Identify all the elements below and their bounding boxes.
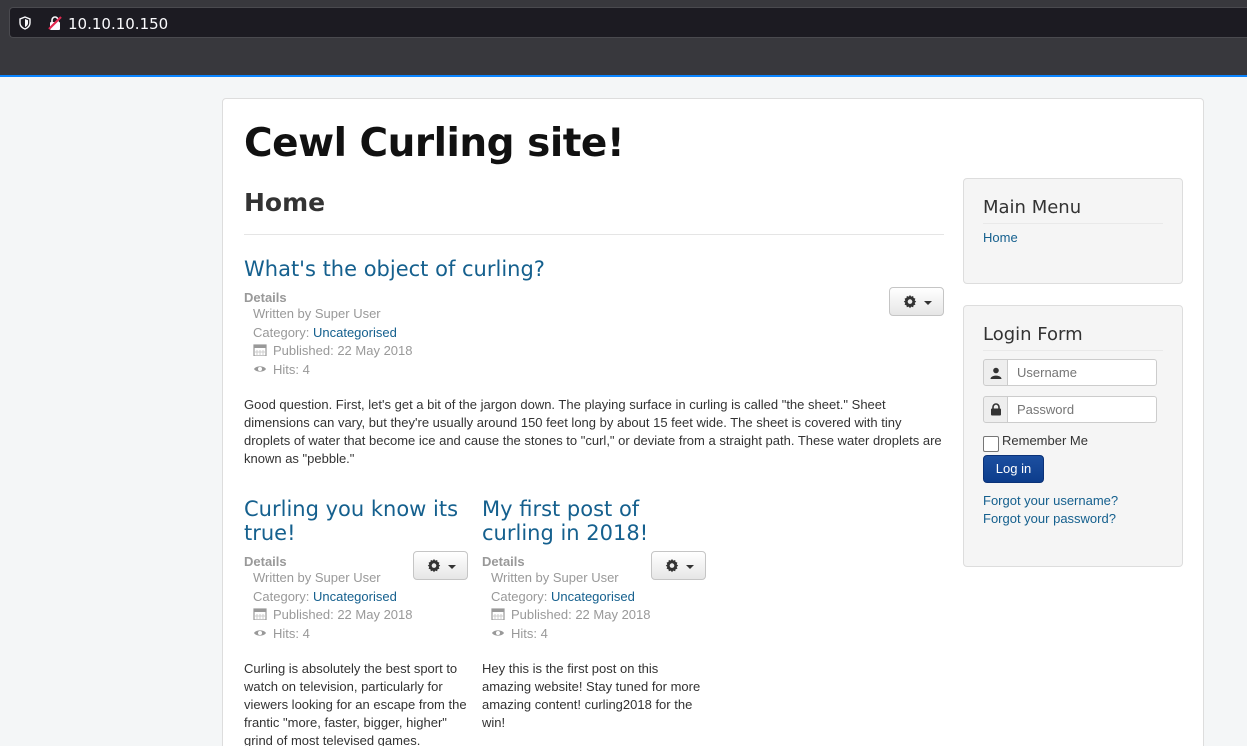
author-line: Written by Super User	[253, 306, 381, 321]
article-body: Hey this is the first post on this amazi…	[482, 661, 701, 730]
hits-text: Hits: 4	[273, 361, 310, 377]
address-bar[interactable]: 10.10.10.150	[9, 7, 1247, 38]
category-line: Category: Uncategorised	[253, 588, 468, 607]
published-text: Published: 22 May 2018	[511, 607, 651, 622]
hits-text: Hits: 4	[511, 625, 548, 641]
user-icon	[990, 367, 1002, 379]
lock-icon-addon	[983, 396, 1008, 423]
caret-down-icon	[924, 301, 932, 305]
eye-icon	[492, 629, 504, 636]
eye-icon	[254, 629, 266, 636]
insecure-lock-icon[interactable]	[47, 15, 63, 31]
shield-icon[interactable]	[19, 16, 31, 30]
category-prefix: Category:	[253, 324, 313, 340]
article-info: Written by Super User Category: Uncatego…	[482, 569, 706, 643]
published-text: Published: 22 May 2018	[273, 343, 413, 358]
eye-icon	[254, 365, 266, 372]
page-container: Cewl Curling site! Home What's the objec…	[222, 98, 1204, 746]
forgot-username-link[interactable]: Forgot your username?	[983, 492, 1118, 510]
caret-down-icon	[686, 565, 694, 569]
main-menu-module: Main Menu Home	[963, 178, 1183, 284]
main-content: Home What's the object of curling? Detai…	[244, 187, 944, 746]
hits-text: Hits: 4	[273, 625, 310, 641]
forgot-password-link[interactable]: Forgot your password?	[983, 510, 1118, 528]
calendar-icon	[253, 608, 267, 620]
article-info: Written by Super User Category: Uncatego…	[244, 569, 468, 643]
article-title[interactable]: My first post of curling in 2018!	[482, 497, 706, 545]
browser-tab-strip	[0, 40, 1247, 75]
page-heading: Home	[244, 187, 944, 235]
category-prefix: Category:	[491, 588, 551, 604]
user-icon-addon	[983, 359, 1008, 386]
hits-line: Hits: 4	[253, 361, 944, 380]
password-group	[983, 396, 1157, 423]
article-body: Curling is absolutely the best sport to …	[244, 661, 467, 746]
calendar-icon	[253, 344, 267, 356]
url-text[interactable]: 10.10.10.150	[68, 15, 168, 33]
remember-me-checkbox[interactable]	[983, 436, 999, 452]
article-info: Written by Super User Category: Uncatego…	[244, 305, 944, 379]
article-body: Good question. First, let's get a bit of…	[244, 397, 942, 466]
login-form-module: Login Form Remember Me Log in Forgot you…	[963, 305, 1183, 567]
article-title[interactable]: What's the object of curling?	[244, 257, 944, 281]
login-links: Forgot your username? Forgot your passwo…	[983, 492, 1118, 528]
login-button[interactable]: Log in	[983, 455, 1044, 483]
category-prefix: Category:	[253, 588, 313, 604]
menu-item-home[interactable]: Home	[983, 230, 1018, 245]
username-input[interactable]	[1007, 359, 1157, 386]
published-line: Published: 22 May 2018	[253, 606, 468, 625]
password-input[interactable]	[1007, 396, 1157, 423]
article-title[interactable]: Curling you know its true!	[244, 497, 468, 545]
calendar-icon	[491, 608, 505, 620]
menu-list: Home	[983, 230, 1163, 245]
caret-down-icon	[448, 565, 456, 569]
article-intro: Curling you know its true! Details Writt…	[244, 497, 468, 746]
module-title: Main Menu	[983, 197, 1163, 224]
article-tools-button[interactable]	[413, 551, 468, 580]
category-link[interactable]: Uncategorised	[551, 589, 635, 604]
category-link[interactable]: Uncategorised	[313, 589, 397, 604]
hits-line: Hits: 4	[253, 625, 468, 644]
details-label: Details	[244, 290, 287, 305]
article-intro: My first post of curling in 2018! Detail…	[482, 497, 706, 732]
article-lead: What's the object of curling? Details Wr…	[244, 257, 944, 468]
article-tools-button[interactable]	[889, 287, 944, 316]
gear-icon	[903, 295, 917, 309]
lock-icon	[991, 403, 1001, 416]
hits-line: Hits: 4	[491, 625, 706, 644]
gear-icon	[427, 559, 441, 573]
category-line: Category: Uncategorised	[253, 324, 944, 343]
category-line: Category: Uncategorised	[491, 588, 706, 607]
username-group	[983, 359, 1157, 386]
remember-me-label[interactable]: Remember Me	[1002, 433, 1088, 448]
browser-toolbar: 10.10.10.150	[0, 0, 1247, 77]
published-text: Published: 22 May 2018	[273, 607, 413, 622]
article-tools-button[interactable]	[651, 551, 706, 580]
published-line: Published: 22 May 2018	[253, 342, 944, 361]
gear-icon	[665, 559, 679, 573]
published-line: Published: 22 May 2018	[491, 606, 706, 625]
site-title[interactable]: Cewl Curling site!	[244, 121, 625, 166]
category-link[interactable]: Uncategorised	[313, 325, 397, 340]
module-title: Login Form	[983, 324, 1163, 351]
